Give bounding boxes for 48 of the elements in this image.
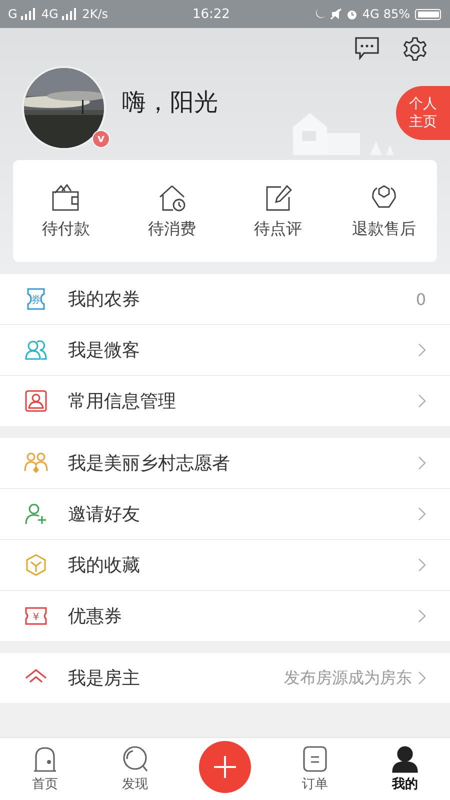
chevron-icon [418, 671, 426, 685]
plus-icon [213, 755, 237, 779]
battery-label: 85% [383, 7, 410, 21]
tab[interactable]: 发现 [90, 738, 180, 800]
user-greeting: 嗨，阳光 [122, 87, 218, 118]
clock: 16:22 [192, 6, 230, 22]
signal-icon [62, 8, 78, 20]
chevron-icon [418, 343, 426, 357]
search-icon [121, 745, 149, 773]
chevron-icon [418, 609, 426, 623]
moon-icon [314, 8, 326, 20]
speed-label: 2K/s [82, 7, 108, 21]
menu-item[interactable]: 邀请好友 [0, 488, 450, 539]
menu-item[interactable]: 我是微客 [0, 324, 450, 375]
tab[interactable]: 首页 [0, 738, 90, 800]
chevron-icon [418, 456, 426, 470]
note-icon [301, 745, 329, 773]
alarm-icon [346, 8, 358, 20]
door-icon [31, 745, 59, 773]
menu-item[interactable]: 券 我的农券 0 [0, 274, 450, 324]
battery-icon [414, 8, 442, 20]
menu-item[interactable]: 常用信息管理 [0, 375, 450, 426]
verified-badge: v [92, 130, 110, 148]
house-clock-icon [157, 182, 187, 212]
menu-item[interactable]: 我是美丽乡村志愿者 [0, 438, 450, 488]
tab[interactable]: 我的 [360, 738, 450, 800]
person-icon [391, 745, 419, 773]
tab[interactable]: 订单 [270, 738, 360, 800]
carrier-label: 4G [41, 7, 58, 21]
homepage-button[interactable]: 个人主页 [396, 86, 450, 140]
menu-item[interactable]: 我的收藏 [0, 539, 450, 590]
order-shortcut[interactable]: 退款售后 [331, 182, 437, 240]
signal-icon [21, 8, 38, 20]
wallet-icon [51, 182, 81, 212]
mute-icon [330, 8, 342, 20]
order-shortcut[interactable]: 待点评 [225, 182, 331, 240]
chevron-icon [418, 558, 426, 572]
network-label: 4G [362, 7, 380, 21]
settings-icon[interactable] [402, 36, 428, 62]
add-button[interactable] [199, 741, 251, 793]
menu-item[interactable]: ¥ 优惠券 [0, 590, 450, 641]
chevron-icon [418, 507, 426, 521]
order-shortcut[interactable]: 待付款 [13, 182, 119, 240]
chevron-icon [418, 394, 426, 408]
menu-item[interactable]: 我是房主 发布房源成为房东 [0, 653, 450, 703]
order-shortcut[interactable]: 待消费 [119, 182, 225, 240]
message-icon[interactable] [354, 36, 380, 60]
carrier-label: G [8, 7, 18, 21]
